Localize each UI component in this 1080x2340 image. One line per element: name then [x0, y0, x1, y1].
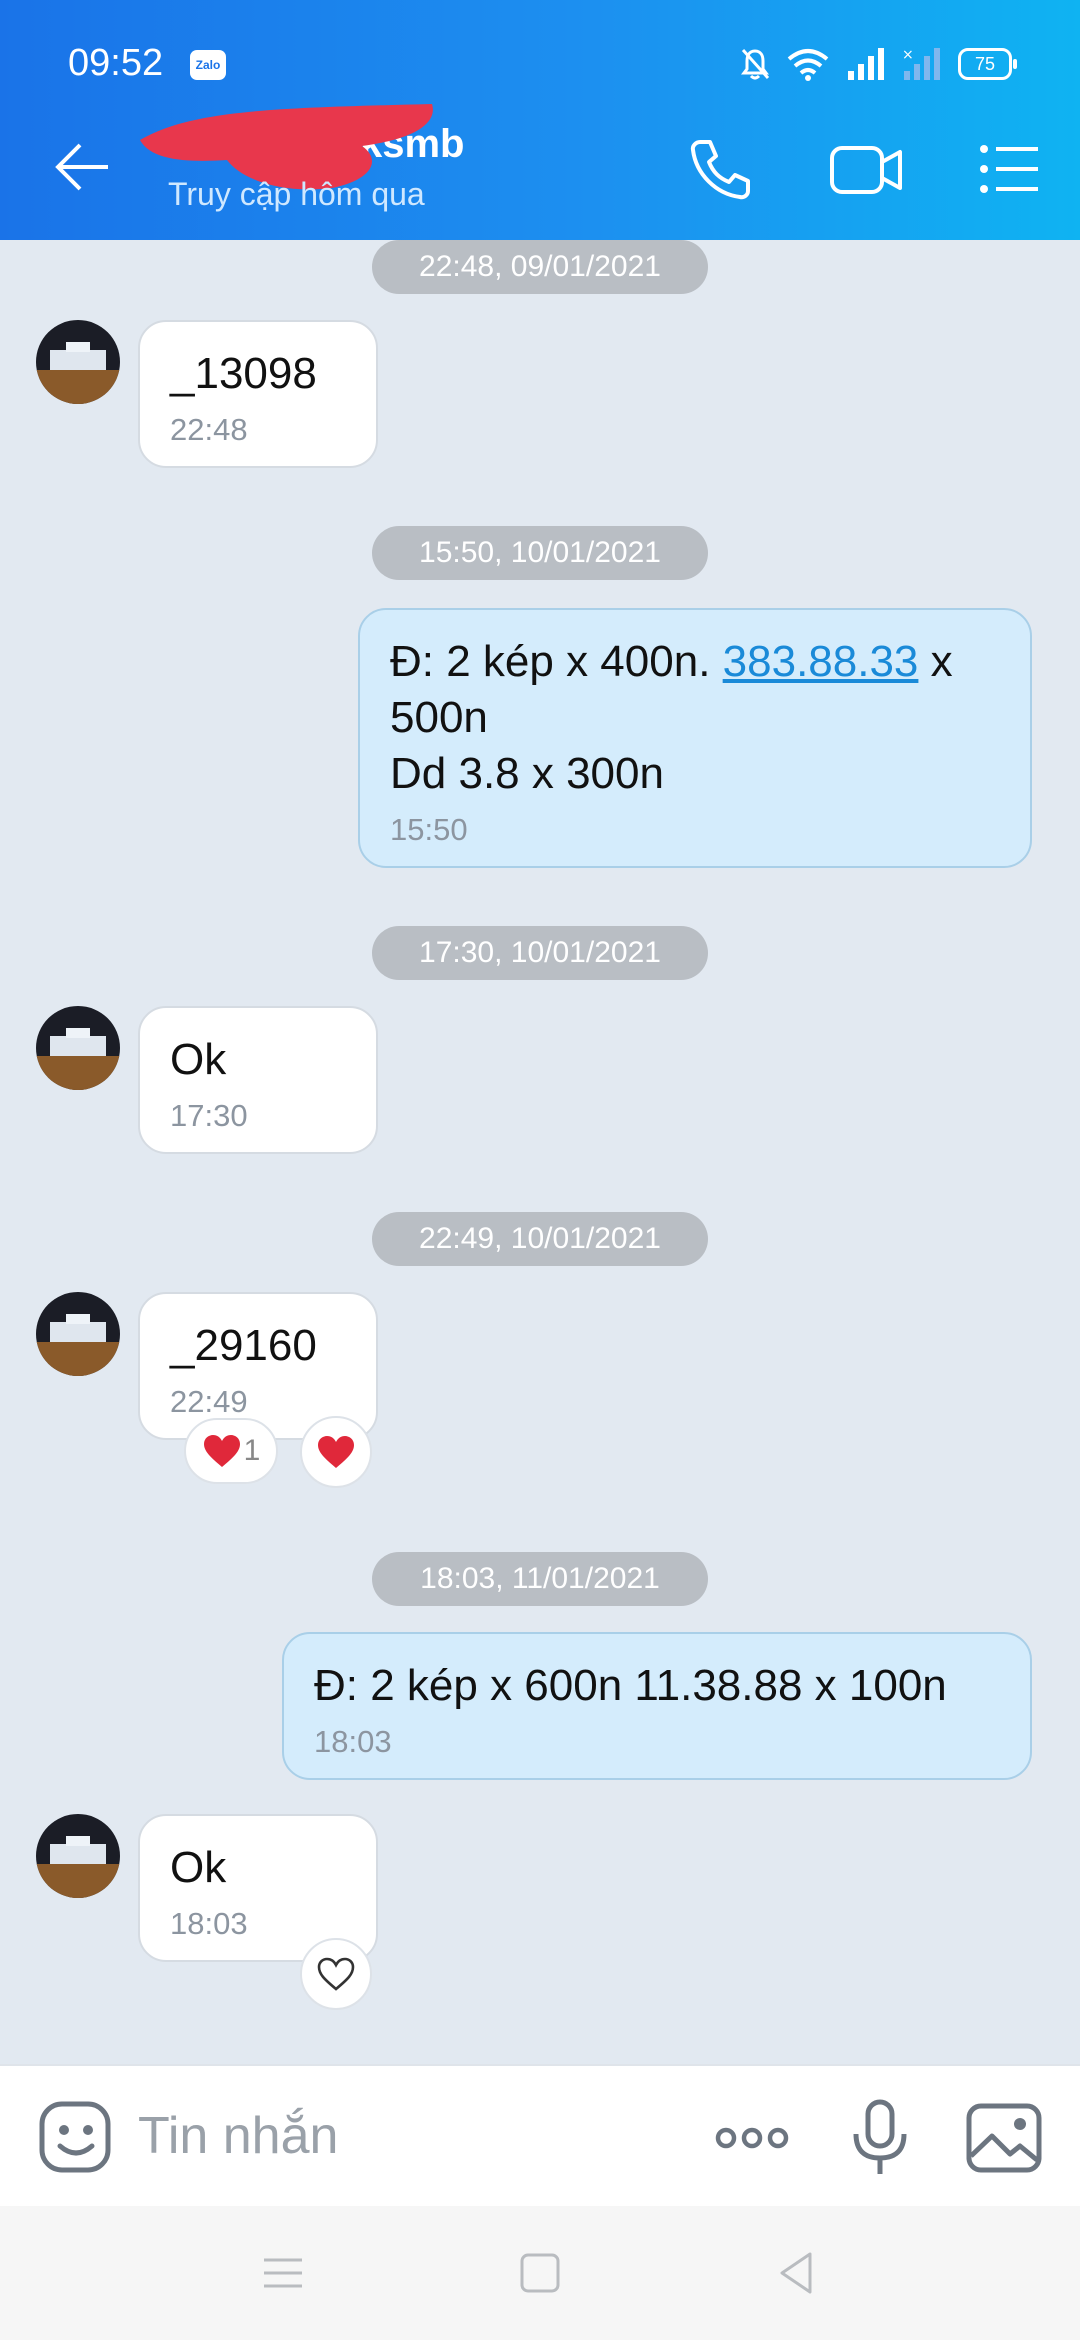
outgoing-message-bubble[interactable]: Đ: 2 kép x 400n. 383.88.33 x 500n Dd 3.8…	[358, 608, 1032, 868]
message-text: _29160	[170, 1321, 317, 1370]
message-composer: Tin nhắn	[0, 2064, 1080, 2208]
outgoing-message-bubble[interactable]: Đ: 2 kép x 600n 11.38.88 x 100n 18:03	[282, 1632, 1032, 1780]
phone-number-link[interactable]: 383.88.33	[723, 637, 919, 686]
avatar[interactable]	[36, 1006, 120, 1090]
incoming-message-bubble[interactable]: _13098 22:48	[138, 320, 378, 468]
svg-text:×: ×	[902, 47, 914, 63]
microphone-icon[interactable]	[840, 2098, 920, 2178]
chat-header: ksmb Truy cập hôm qua	[0, 96, 1080, 240]
red-heart-icon	[318, 1436, 354, 1468]
emoji-sticker-icon[interactable]	[36, 2098, 116, 2178]
message-text: _13098	[170, 349, 317, 398]
heart-outline-icon	[317, 1957, 355, 1991]
mute-bell-icon	[741, 49, 770, 80]
recent-apps-menu-icon[interactable]	[256, 2246, 310, 2300]
message-time: 17:30	[170, 1098, 248, 1133]
date-separator: 22:48, 09/01/2021	[372, 240, 708, 294]
date-separator: 15:50, 10/01/2021	[372, 526, 708, 580]
top-bar: 09:52 Zalo × 75 ksmb Truy cập hôm qua	[0, 0, 1080, 240]
status-bar: 09:52 Zalo × 75	[0, 0, 1080, 96]
system-navigation-bar	[0, 2206, 1080, 2340]
image-gallery-icon[interactable]	[964, 2098, 1044, 2178]
menu-list-icon[interactable]	[976, 134, 1046, 204]
avatar[interactable]	[36, 1814, 120, 1898]
react-button[interactable]	[300, 1938, 372, 2010]
avatar-photo	[36, 1006, 120, 1090]
avatar-photo	[36, 320, 120, 404]
phone-call-icon[interactable]	[686, 134, 756, 204]
battery-icon: 75	[958, 48, 1017, 80]
avatar[interactable]	[36, 320, 120, 404]
message-time: 18:03	[170, 1906, 248, 1941]
message-time: 22:49	[170, 1384, 248, 1419]
incoming-message-bubble[interactable]: Ok 17:30	[138, 1006, 378, 1154]
reaction-summary[interactable]: 1	[184, 1418, 278, 1484]
message-time: 18:03	[314, 1724, 392, 1759]
video-call-icon[interactable]	[828, 134, 904, 204]
message-time: 22:48	[170, 412, 248, 447]
reaction-count: 1	[243, 1434, 261, 1467]
wifi-icon	[787, 49, 829, 81]
message-text: Ok	[170, 1035, 227, 1084]
status-icons: × 75	[740, 44, 1017, 84]
last-seen-status: Truy cập hôm qua	[168, 176, 425, 212]
avatar-photo	[36, 1292, 120, 1376]
message-input[interactable]: Tin nhắn	[138, 2106, 338, 2166]
message-text: Đ: 2 kép x 400n. 383.88.33 x 500n Dd 3.8…	[390, 634, 1000, 802]
back-arrow-icon[interactable]	[50, 134, 116, 200]
zalo-notification-icon: Zalo	[190, 50, 226, 80]
message-time: 15:50	[390, 812, 468, 847]
react-button[interactable]	[300, 1416, 372, 1488]
avatar[interactable]	[36, 1292, 120, 1376]
date-separator: 22:49, 10/01/2021	[372, 1212, 708, 1266]
message-text: Đ: 2 kép x 600n 11.38.88 x 100n	[314, 1661, 947, 1710]
home-square-icon[interactable]	[513, 2246, 567, 2300]
date-separator: 17:30, 10/01/2021	[372, 926, 708, 980]
back-triangle-icon[interactable]	[770, 2246, 824, 2300]
avatar-photo	[36, 1814, 120, 1898]
red-heart-icon	[203, 1435, 240, 1467]
status-time: 09:52	[68, 42, 164, 84]
signal-no-service-icon: ×	[902, 47, 940, 80]
message-list[interactable]: 22:48, 09/01/2021 _13098 22:48 15:50, 10…	[0, 240, 1080, 2064]
message-text-part: Đ: 2 kép x 400n.	[390, 637, 723, 686]
message-text: Ok	[170, 1843, 227, 1892]
more-options-icon[interactable]	[712, 2098, 792, 2178]
signal-icon	[848, 48, 884, 80]
date-separator: 18:03, 11/01/2021	[372, 1552, 708, 1606]
